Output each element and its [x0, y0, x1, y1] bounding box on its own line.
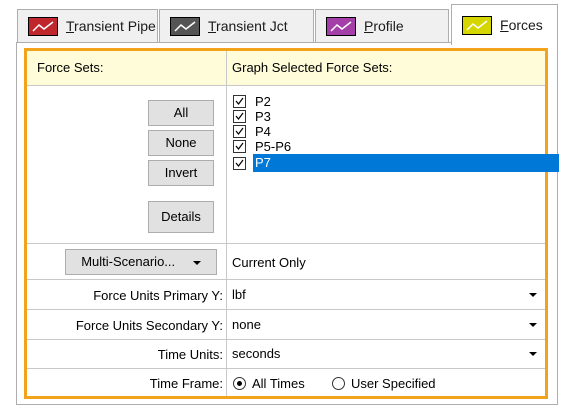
checkbox-checked[interactable]	[233, 95, 246, 108]
gray-graph-icon	[170, 16, 200, 36]
time-units-label: Time Units:	[157, 347, 223, 362]
multi-scenario-row: Multi-Scenario... Current Only	[27, 243, 545, 279]
force-units-secondary-label: Force Units Secondary Y:	[75, 318, 223, 333]
checkbox-checked[interactable]	[233, 140, 246, 153]
time-frame-row: Time Frame: All Times User Specified	[27, 368, 545, 396]
time-units-value: seconds	[232, 346, 281, 361]
list-item[interactable]: P4	[233, 124, 273, 139]
tab-label: Transient Pipe	[66, 18, 156, 34]
multi-scenario-dropdown[interactable]: Multi-Scenario...	[65, 249, 217, 275]
all-button[interactable]: All	[148, 100, 214, 126]
force-units-secondary-select[interactable]: none	[227, 310, 545, 339]
time-units-row: Time Units: seconds	[27, 339, 545, 368]
tab-transient-jct[interactable]: Transient Jct	[159, 9, 314, 42]
force-units-secondary-value: none	[232, 317, 261, 332]
chevron-down-icon	[192, 260, 201, 265]
tab-label: Profile	[364, 18, 404, 34]
tab-forces[interactable]: Forces	[451, 4, 558, 45]
chevron-down-icon	[529, 323, 537, 327]
force-units-primary-select[interactable]: lbf	[227, 280, 545, 309]
tab-bar: Transient Pipe Transient Jct Profile For…	[0, 0, 574, 45]
all-times-label: All Times	[252, 376, 305, 392]
yellow-graph-icon	[462, 15, 492, 35]
multi-scenario-value: Current Only	[232, 255, 306, 270]
force-units-primary-row: Force Units Primary Y: lbf	[27, 279, 545, 309]
list-item[interactable]: P2	[233, 94, 273, 109]
invert-button[interactable]: Invert	[148, 160, 214, 186]
time-frame-label: Time Frame:	[149, 376, 223, 391]
all-times-radio[interactable]: All Times	[233, 375, 305, 391]
time-units-select[interactable]: seconds	[227, 340, 545, 368]
chevron-down-icon	[529, 293, 537, 297]
checkbox-checked[interactable]	[233, 125, 246, 138]
force-units-primary-label: Force Units Primary Y:	[93, 288, 223, 303]
none-button[interactable]: None	[148, 130, 214, 156]
list-item[interactable]: P5-P6	[233, 139, 293, 154]
tab-profile[interactable]: Profile	[315, 9, 449, 42]
list-item-selected[interactable]: P7	[233, 154, 559, 172]
red-graph-icon	[28, 16, 58, 36]
tab-label: Forces	[500, 17, 543, 33]
force-sets-heading: Force Sets:	[37, 60, 104, 75]
graph-selected-heading: Graph Selected Force Sets:	[232, 60, 393, 75]
panel-header: Force Sets: Graph Selected Force Sets:	[27, 51, 545, 86]
multi-scenario-label: Multi-Scenario...	[81, 254, 176, 269]
details-button[interactable]: Details	[148, 201, 214, 233]
force-units-secondary-row: Force Units Secondary Y: none	[27, 309, 545, 339]
force-set-label: P7	[253, 154, 559, 172]
force-set-label: P2	[255, 94, 271, 109]
user-specified-label: User Specified	[351, 376, 436, 392]
user-specified-radio[interactable]: User Specified	[332, 375, 436, 391]
checkbox-checked[interactable]	[233, 110, 246, 123]
radio-unselected[interactable]	[332, 377, 345, 391]
force-units-primary-value: lbf	[232, 287, 246, 302]
force-set-label: P3	[255, 109, 271, 124]
purple-graph-icon	[326, 16, 356, 36]
checkbox-checked[interactable]	[233, 156, 246, 170]
list-item[interactable]: P3	[233, 109, 273, 124]
tab-transient-pipe[interactable]: Transient Pipe	[17, 9, 158, 42]
force-set-label: P5-P6	[255, 139, 292, 154]
forces-panel: Force Sets: Graph Selected Force Sets: A…	[24, 48, 559, 399]
chevron-down-icon	[529, 352, 537, 356]
radio-selected[interactable]	[233, 377, 246, 391]
force-set-label: P4	[255, 124, 271, 139]
tab-label: Transient Jct	[208, 18, 288, 34]
